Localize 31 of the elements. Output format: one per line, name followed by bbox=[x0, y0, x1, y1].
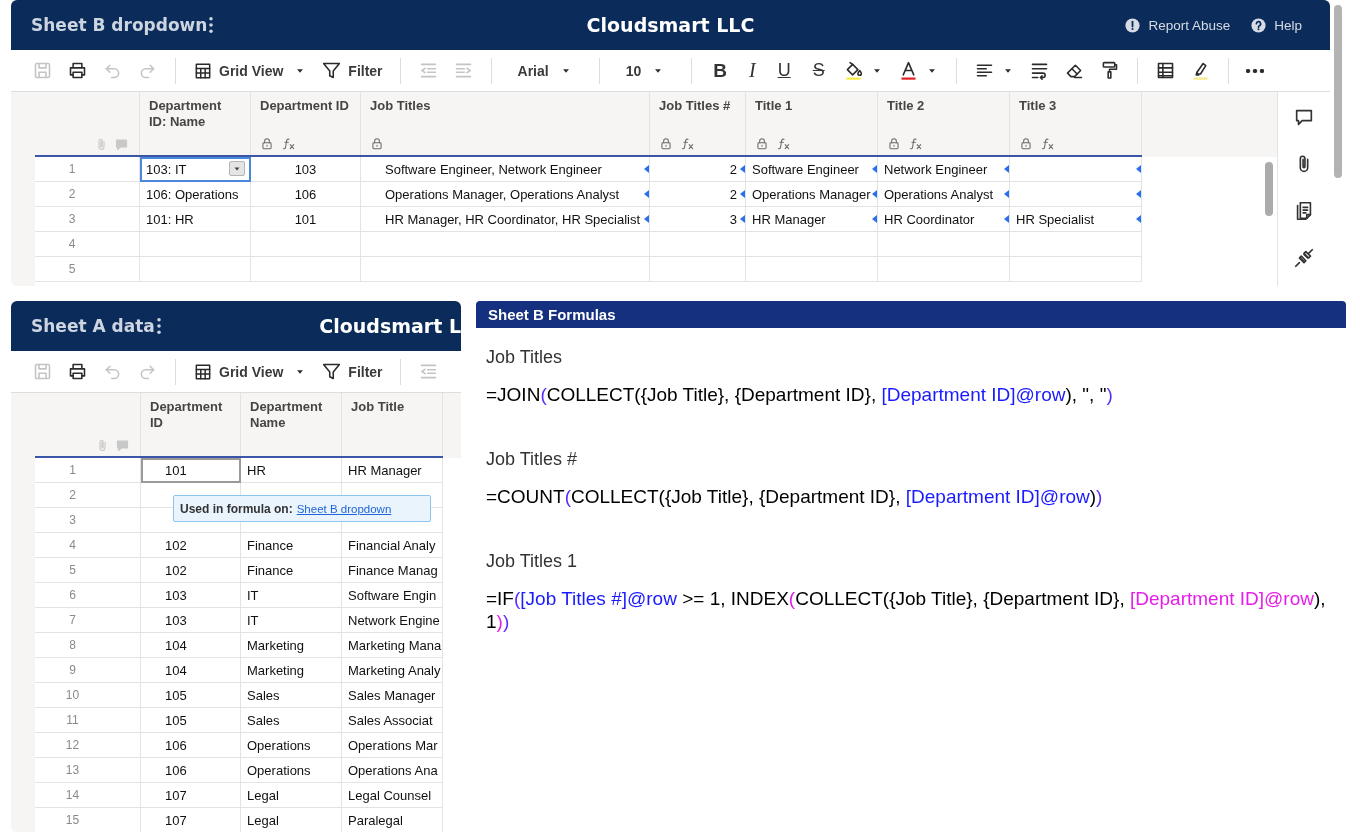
row-number: 5 bbox=[35, 558, 141, 583]
formula-heading: Job Titles bbox=[486, 346, 564, 369]
row-number: 13 bbox=[35, 758, 141, 783]
row-number: 11 bbox=[35, 708, 141, 733]
formula-text: =JOIN(COLLECT({Job Title}, {Department ID}, [Department ID]@row), ", ") bbox=[486, 383, 1114, 406]
row-number: 6 bbox=[35, 583, 141, 608]
row-number: 8 bbox=[35, 633, 141, 658]
formula-text: =COUNT(COLLECT({Job Title}, {Department ID}, [Department ID]@row)) bbox=[486, 485, 1104, 508]
row-number: 4 bbox=[35, 232, 140, 257]
brand-name: Cloudsmart LLC bbox=[586, 14, 755, 36]
row-number: 4 bbox=[35, 533, 141, 558]
panel-header: Sheet B Formulas bbox=[476, 301, 1346, 328]
row-number: 1 bbox=[35, 458, 141, 483]
row-number: 2 bbox=[35, 483, 141, 508]
row-number: 9 bbox=[35, 658, 141, 683]
sheet-title: Sheet B dropdown bbox=[31, 15, 208, 35]
row-number: 14 bbox=[35, 783, 141, 808]
formula-heading: Job Titles # bbox=[486, 448, 579, 471]
row-number: 2 bbox=[35, 182, 140, 207]
row-number: 1 bbox=[35, 157, 140, 182]
row-number: 12 bbox=[35, 733, 141, 758]
row-number: 3 bbox=[35, 508, 141, 533]
sheet-title: Sheet A data bbox=[31, 316, 155, 336]
tooltip-label: Used in formula on: bbox=[180, 501, 293, 516]
brand-name: Cloudsmart L bbox=[319, 315, 461, 337]
formula-text: =IF([Job Titles #]@row >= 1, INDEX(COLLECT({Job Title}, {Department ID}, [Department ID]@row), 1)) bbox=[486, 587, 1327, 633]
row-number: 5 bbox=[35, 257, 140, 282]
row-number: 3 bbox=[35, 207, 140, 232]
formula-heading: Job Titles 1 bbox=[486, 550, 579, 573]
row-number: 10 bbox=[35, 683, 141, 708]
row-number: 7 bbox=[35, 608, 141, 633]
